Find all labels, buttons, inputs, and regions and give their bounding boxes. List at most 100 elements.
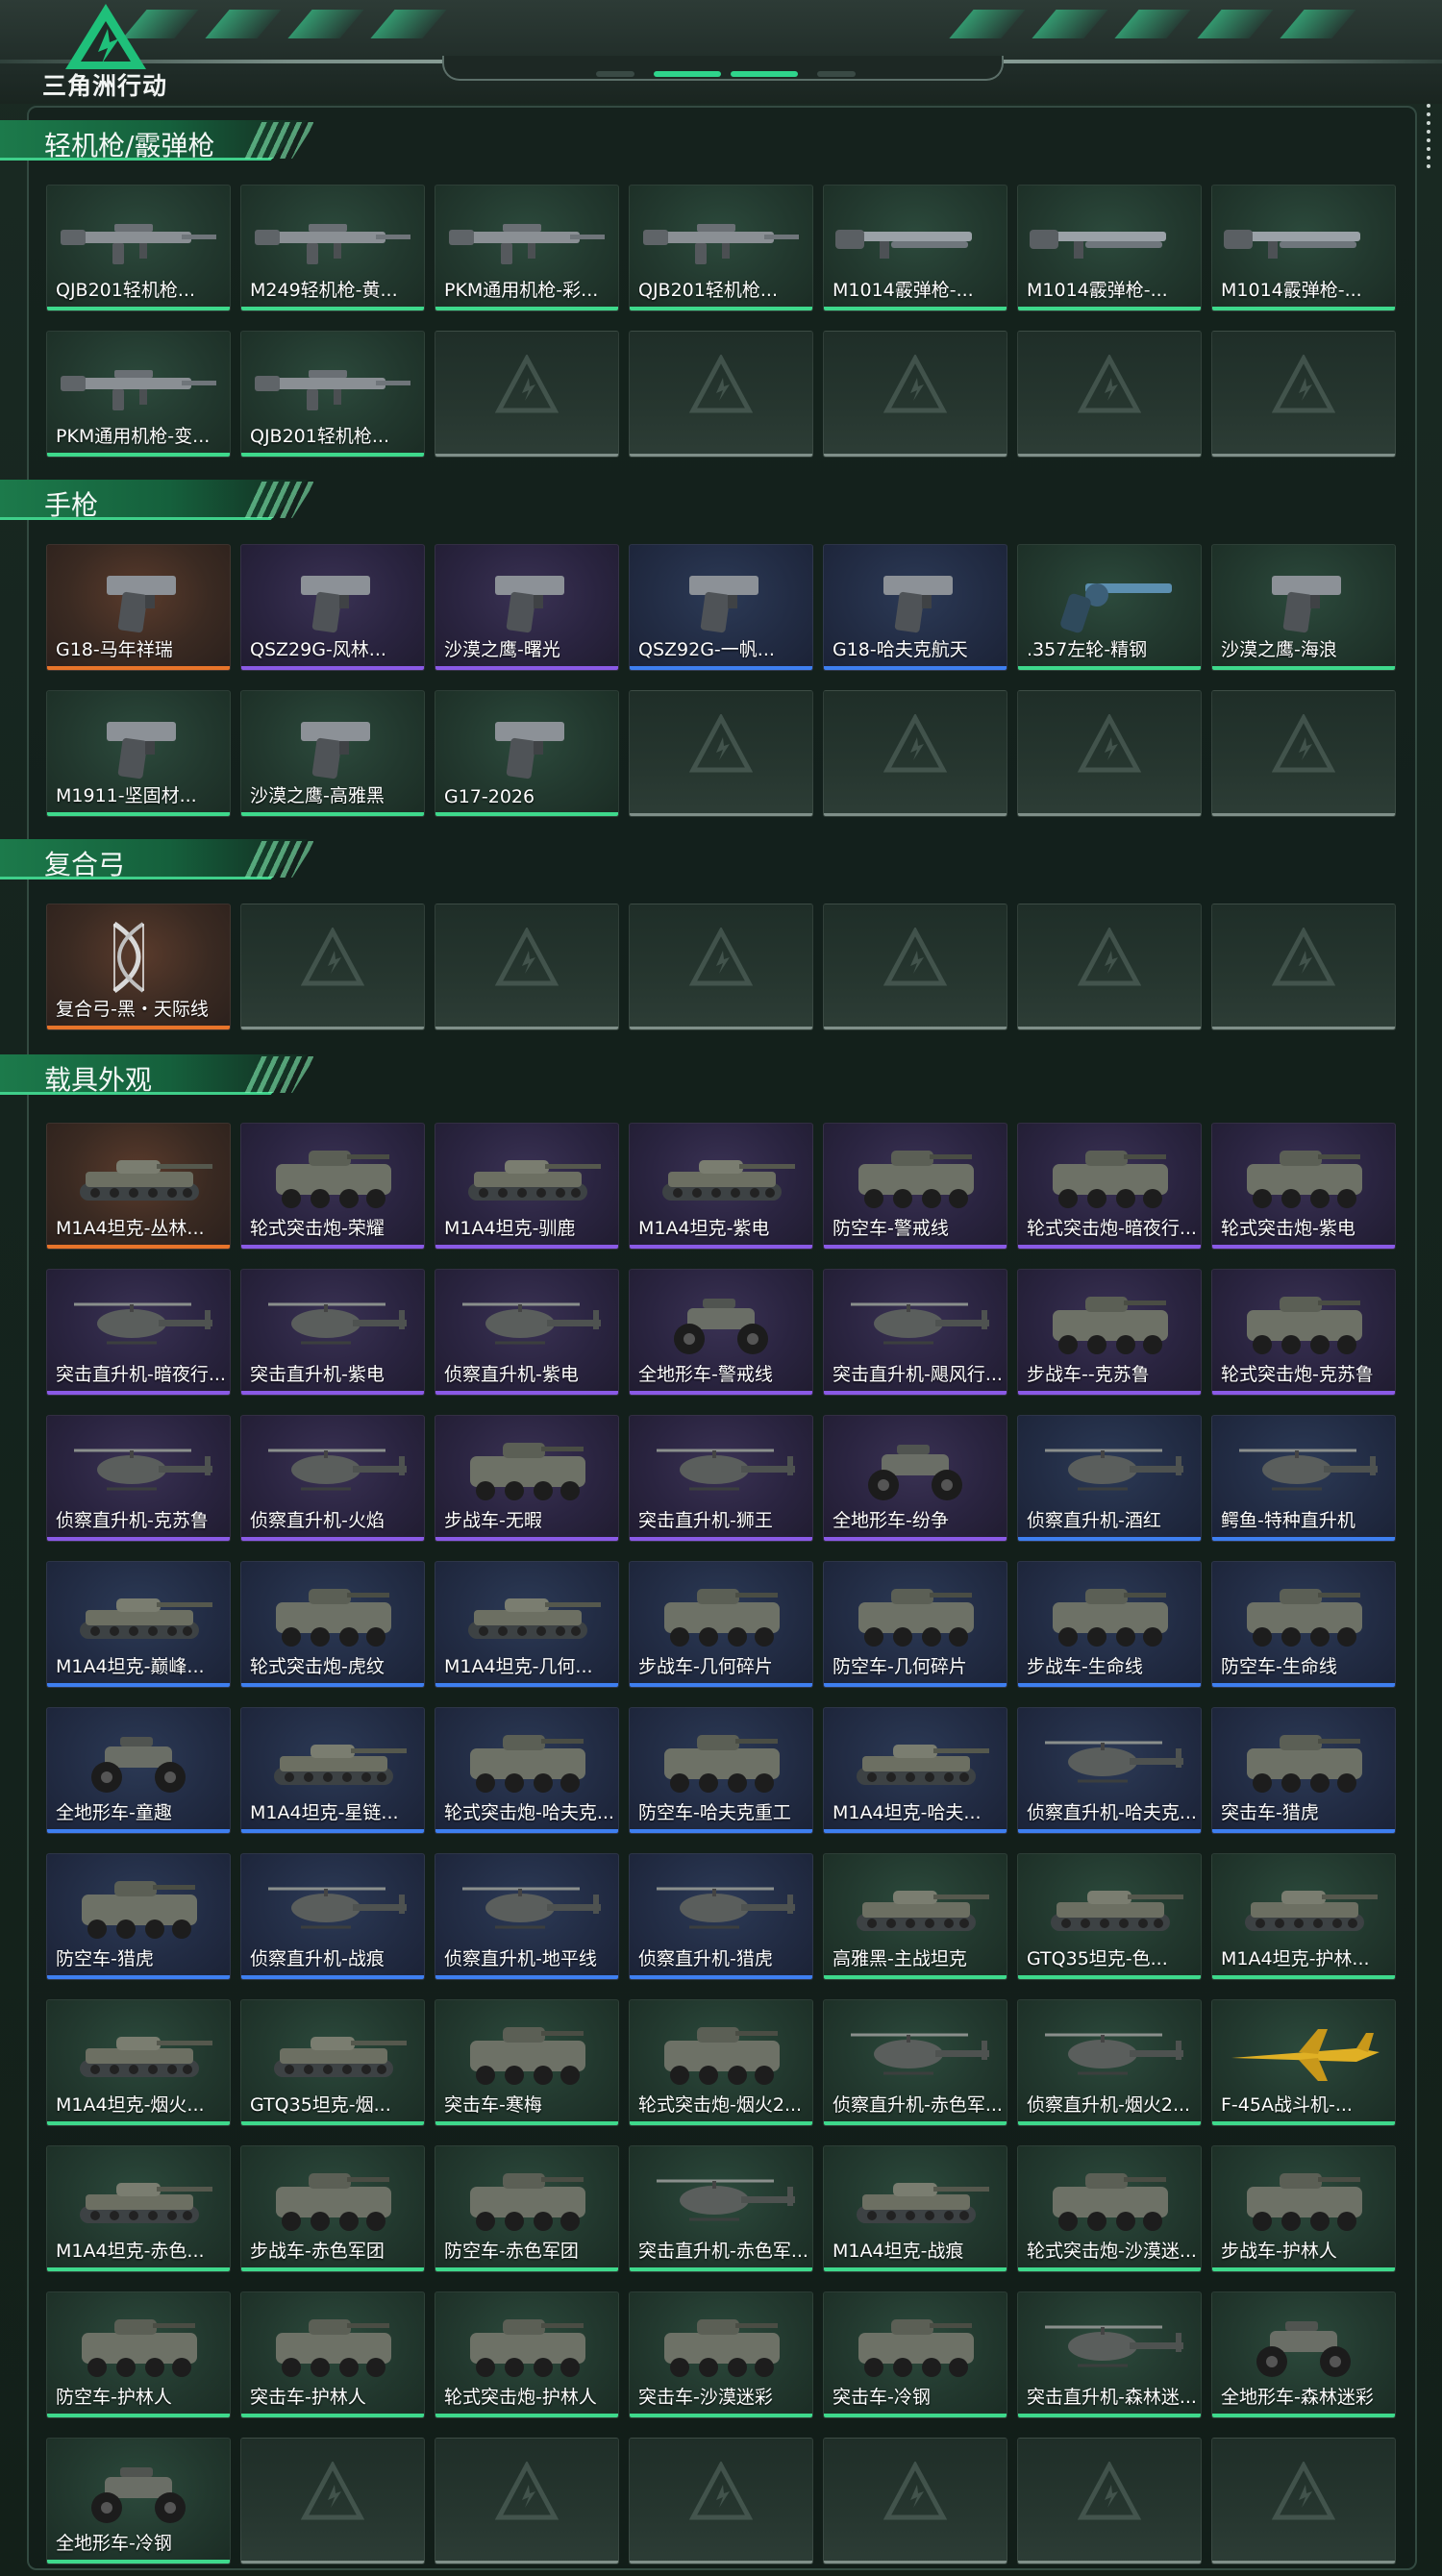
item-tile[interactable]: 突击直升机-狮王 xyxy=(629,1415,813,1542)
item-tile[interactable]: 全地形车-森林迷彩 xyxy=(1211,2291,1396,2418)
item-tile[interactable]: M1A4坦克-护林... xyxy=(1211,1853,1396,1980)
item-label: F-45A战斗机-... xyxy=(1221,2094,1353,2116)
item-tile[interactable]: M1A4坦克-哈夫... xyxy=(823,1707,1007,1834)
item-tile[interactable]: 防空车-哈夫克重工 xyxy=(629,1707,813,1834)
item-tile[interactable]: 突击车-沙漠迷彩 xyxy=(629,2291,813,2418)
item-tile[interactable]: 侦察直升机-克苏鲁 xyxy=(46,1415,231,1542)
item-label: M1911-坚固材... xyxy=(56,785,197,806)
item-tile[interactable]: 全地形车-童趣 xyxy=(46,1707,231,1834)
item-tile[interactable]: 步战车--克苏鲁 xyxy=(1017,1269,1202,1396)
item-tile[interactable]: 步战车-无暇 xyxy=(435,1415,619,1542)
item-tile[interactable]: 步战车-赤色军团 xyxy=(240,2145,425,2272)
item-tile[interactable]: 全地形车-纷争 xyxy=(823,1415,1007,1542)
item-tile[interactable]: PKM通用机枪-彩... xyxy=(435,185,619,311)
item-tile[interactable]: M1014霰弹枪-... xyxy=(823,185,1007,311)
item-tile[interactable]: 轮式突击炮-紫电 xyxy=(1211,1123,1396,1250)
item-tile[interactable]: 突击直升机-森林迷... xyxy=(1017,2291,1202,2418)
item-tile[interactable]: 步战车-几何碎片 xyxy=(629,1561,813,1688)
item-tile[interactable]: 轮式突击炮-虎纹 xyxy=(240,1561,425,1688)
item-tile[interactable]: 突击车-猎虎 xyxy=(1211,1707,1396,1834)
item-tile[interactable]: 侦察直升机-哈夫克... xyxy=(1017,1707,1202,1834)
item-tile[interactable]: 侦察直升机-烟火2... xyxy=(1017,1999,1202,2126)
item-label: 全地形车-童趣 xyxy=(56,1802,172,1823)
item-tile[interactable]: 侦察直升机-紫电 xyxy=(435,1269,619,1396)
item-tile[interactable]: 侦察直升机-火焰 xyxy=(240,1415,425,1542)
item-tile[interactable]: QJB201轻机枪... xyxy=(629,185,813,311)
item-tile[interactable]: 轮式突击炮-克苏鲁 xyxy=(1211,1269,1396,1396)
item-tile[interactable]: 轮式突击炮-哈夫克... xyxy=(435,1707,619,1834)
empty-slot xyxy=(1211,2438,1396,2564)
item-tile[interactable]: 步战车-护林人 xyxy=(1211,2145,1396,2272)
item-tile[interactable]: QJB201轻机枪... xyxy=(240,331,425,458)
item-tile[interactable]: M1014霰弹枪-... xyxy=(1017,185,1202,311)
item-tile[interactable]: 防空车-生命线 xyxy=(1211,1561,1396,1688)
item-grid: 复合弓-黑・天际线 xyxy=(46,904,1396,1030)
item-label: 步战车-几何碎片 xyxy=(638,1656,773,1677)
item-tile[interactable]: G18-哈夫克航天 xyxy=(823,544,1007,671)
item-tile[interactable]: 侦察直升机-赤色军... xyxy=(823,1999,1007,2126)
rarity-bar xyxy=(435,1683,618,1687)
item-label: 防空车-猎虎 xyxy=(56,1948,154,1969)
item-tile[interactable]: 防空车-赤色军团 xyxy=(435,2145,619,2272)
item-tile[interactable]: M1A4坦克-烟火... xyxy=(46,1999,231,2126)
item-tile[interactable]: 鳄鱼-特种直升机 xyxy=(1211,1415,1396,1542)
item-tile[interactable]: 突击直升机-紫电 xyxy=(240,1269,425,1396)
item-tile[interactable]: 突击车-冷钢 xyxy=(823,2291,1007,2418)
item-tile[interactable]: GTQ35坦克-色... xyxy=(1017,1853,1202,1980)
item-tile[interactable]: 侦察直升机-猎虎 xyxy=(629,1853,813,1980)
item-tile[interactable]: M1A4坦克-几何... xyxy=(435,1561,619,1688)
item-tile[interactable]: 防空车-警戒线 xyxy=(823,1123,1007,1250)
pistol-icon xyxy=(301,722,370,780)
item-label: 突击直升机-森林迷... xyxy=(1027,2387,1197,2408)
item-tile[interactable]: 突击直升机-暗夜行... xyxy=(46,1269,231,1396)
item-tile[interactable]: .357左轮-精钢 xyxy=(1017,544,1202,671)
item-tile[interactable]: 复合弓-黑・天际线 xyxy=(46,904,231,1030)
item-tile[interactable]: 高雅黑-主战坦克 xyxy=(823,1853,1007,1980)
item-tile[interactable]: QSZ92G-一帆... xyxy=(629,544,813,671)
item-tile[interactable]: PKM通用机枪-变... xyxy=(46,331,231,458)
scrollbar-handle[interactable] xyxy=(1425,104,1432,171)
slot-bar xyxy=(630,2561,812,2564)
tank-icon xyxy=(857,1891,989,1931)
item-tile[interactable]: 沙漠之鹰-高雅黑 xyxy=(240,690,425,817)
item-tile[interactable]: M1A4坦克-赤色... xyxy=(46,2145,231,2272)
item-tile[interactable]: 防空车-几何碎片 xyxy=(823,1561,1007,1688)
item-tile[interactable]: 沙漠之鹰-曙光 xyxy=(435,544,619,671)
rarity-bar xyxy=(824,2267,1007,2271)
item-tile[interactable]: M1014霰弹枪-... xyxy=(1211,185,1396,311)
item-tile[interactable]: M1911-坚固材... xyxy=(46,690,231,817)
item-tile[interactable]: M1A4坦克-驯鹿 xyxy=(435,1123,619,1250)
item-tile[interactable]: G18-马年祥瑞 xyxy=(46,544,231,671)
item-tile[interactable]: 突击直升机-飓风行... xyxy=(823,1269,1007,1396)
item-tile[interactable]: 全地形车-警戒线 xyxy=(629,1269,813,1396)
item-tile[interactable]: 轮式突击炮-沙漠迷... xyxy=(1017,2145,1202,2272)
empty-slot xyxy=(1211,904,1396,1030)
item-tile[interactable]: 轮式突击炮-荣耀 xyxy=(240,1123,425,1250)
item-tile[interactable]: 侦察直升机-酒红 xyxy=(1017,1415,1202,1542)
item-tile[interactable]: M1A4坦克-紫电 xyxy=(629,1123,813,1250)
item-tile[interactable]: 步战车-生命线 xyxy=(1017,1561,1202,1688)
item-tile[interactable]: M1A4坦克-战痕 xyxy=(823,2145,1007,2272)
item-tile[interactable]: 突击直升机-赤色军... xyxy=(629,2145,813,2272)
item-tile[interactable]: GTQ35坦克-烟... xyxy=(240,1999,425,2126)
item-tile[interactable]: 全地形车-冷钢 xyxy=(46,2438,231,2564)
item-tile[interactable]: 突击车-护林人 xyxy=(240,2291,425,2418)
item-tile[interactable]: 突击车-寒梅 xyxy=(435,1999,619,2126)
item-tile[interactable]: QSZ29G-风林... xyxy=(240,544,425,671)
helicopter-icon xyxy=(1045,1741,1183,1783)
item-tile[interactable]: 防空车-护林人 xyxy=(46,2291,231,2418)
item-tile[interactable]: 侦察直升机-战痕 xyxy=(240,1853,425,1980)
item-tile[interactable]: G17-2026 xyxy=(435,690,619,817)
item-tile[interactable]: F-45A战斗机-... xyxy=(1211,1999,1396,2126)
item-tile[interactable]: M1A4坦克-丛林... xyxy=(46,1123,231,1250)
item-tile[interactable]: 沙漠之鹰-海浪 xyxy=(1211,544,1396,671)
item-tile[interactable]: 轮式突击炮-护林人 xyxy=(435,2291,619,2418)
item-tile[interactable]: QJB201轻机枪... xyxy=(46,185,231,311)
item-tile[interactable]: 侦察直升机-地平线 xyxy=(435,1853,619,1980)
item-tile[interactable]: 防空车-猎虎 xyxy=(46,1853,231,1980)
item-tile[interactable]: 轮式突击炮-烟火2... xyxy=(629,1999,813,2126)
item-tile[interactable]: 轮式突击炮-暗夜行... xyxy=(1017,1123,1202,1250)
item-tile[interactable]: M1A4坦克-巅峰... xyxy=(46,1561,231,1688)
item-tile[interactable]: M249轻机枪-黄... xyxy=(240,185,425,311)
item-tile[interactable]: M1A4坦克-星链... xyxy=(240,1707,425,1834)
